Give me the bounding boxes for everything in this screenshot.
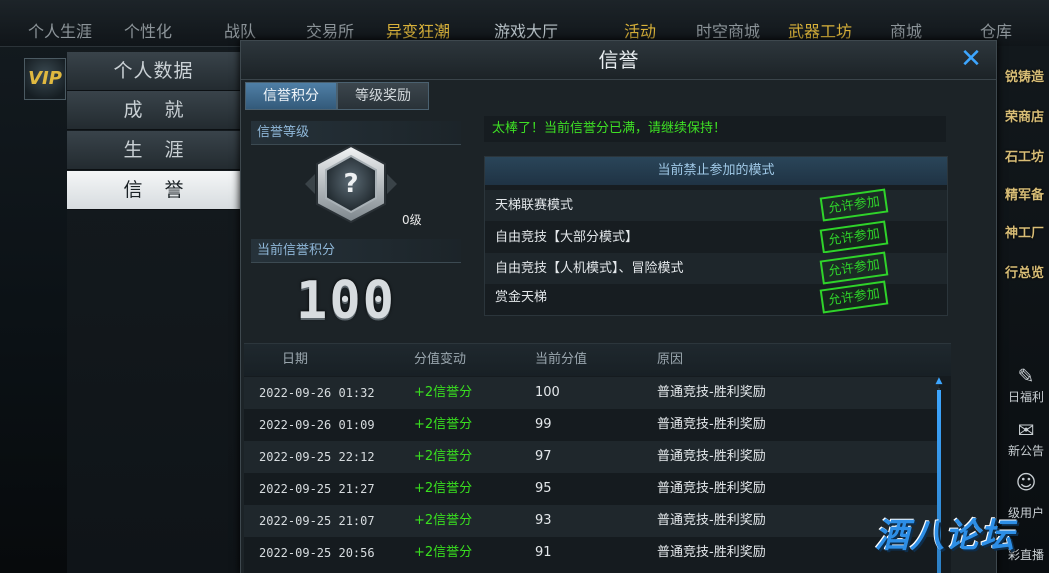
current-score-header: 当前信誉积分: [251, 239, 461, 263]
row-change: +2信誉分: [414, 385, 473, 400]
row-reason: 普通竞技-胜利奖励: [657, 513, 766, 528]
status-message: 太棒了！当前信誉分已满，请继续保持！: [484, 116, 946, 142]
mode-row: 天梯联赛模式 允许参加: [485, 188, 947, 222]
tab-career[interactable]: 个人生涯: [28, 18, 102, 46]
table-row: 2022-09-25 20:56 +2信誉分 91 普通竞技-胜利奖励: [244, 537, 939, 569]
profile-side-menu: 个人数据 成就 生涯 信誉: [67, 50, 240, 573]
column-header-reason: 原因: [657, 352, 684, 367]
credit-history-table: 日期 分值变动 当前分值 原因 2022-09-26 01:32 +2信誉分 1…: [244, 343, 951, 573]
row-date: 2022-09-26 01:32: [259, 386, 375, 400]
menu-item-achievements[interactable]: 成就: [67, 91, 240, 130]
table-row: 2022-09-25 21:27 +2信誉分 95 普通竞技-胜利奖励: [244, 473, 939, 505]
banned-modes-panel: 当前禁止参加的模式 天梯联赛模式 允许参加 自由竞技【大部分模式】 允许参加 自…: [484, 156, 948, 316]
column-header-change: 分值变动: [414, 352, 467, 367]
row-date: 2022-09-25 21:07: [259, 514, 375, 528]
right-side-shortcuts: 锐铸造 荣商店 石工坊 精军备 神工厂 行总览 ✎ 日福利 ✉ 新公告 ☺ 级用…: [994, 46, 1049, 573]
table-row: 2022-09-25 22:12 +2信誉分 97 普通竞技-胜利奖励: [244, 441, 939, 473]
table-row: 2022-09-26 01:09 +2信誉分 99 普通竞技-胜利奖励: [244, 409, 939, 441]
tab-level-rewards[interactable]: 等级奖励: [337, 82, 429, 110]
close-icon[interactable]: ✕: [957, 45, 985, 73]
menu-item-career[interactable]: 生涯: [67, 131, 240, 170]
dialog-titlebar: 信誉 ✕: [241, 41, 996, 80]
shortcut-stone-workshop[interactable]: 石工坊: [994, 146, 1044, 165]
current-credit-score: 100: [296, 271, 396, 331]
row-change: +2信誉分: [414, 417, 473, 432]
allowed-stamp: 允许参加: [819, 251, 889, 285]
row-date: 2022-09-25 20:56: [259, 546, 375, 560]
forum-watermark: 酒八论坛: [875, 516, 1015, 556]
menu-item-reputation[interactable]: 信誉: [67, 171, 240, 210]
row-change: +2信誉分: [414, 449, 473, 464]
row-score: 97: [535, 449, 552, 464]
row-change: +2信誉分: [414, 481, 473, 496]
table-row: 2022-09-26 01:32 +2信誉分 100 普通竞技-胜利奖励: [244, 377, 939, 409]
shortcut-god-factory[interactable]: 神工厂: [994, 222, 1044, 241]
shortcut-overview[interactable]: 行总览: [994, 262, 1044, 281]
credit-level-value: 0级: [402, 213, 422, 227]
table-row: 2022-09-25 21:07 +2信誉分 93 普通竞技-胜利奖励: [244, 505, 939, 537]
announcement-icon[interactable]: ✉: [1014, 418, 1038, 442]
mode-row: 赏金天梯 允许参加: [485, 280, 947, 314]
row-date: 2022-09-25 22:12: [259, 450, 375, 464]
tab-credit-points[interactable]: 信誉积分: [245, 82, 337, 110]
game-screen: 个人生涯 个性化 战队 交易所 异变狂潮 游戏大厅 活动 时空商城 武器工坊 商…: [0, 0, 1049, 573]
shortcut-elite-gear[interactable]: 精军备: [994, 184, 1044, 203]
mode-name: 天梯联赛模式: [495, 198, 574, 213]
shortcut-daily-welfare[interactable]: 日福利: [994, 388, 1044, 405]
row-score: 95: [535, 481, 552, 496]
mode-row: 自由竞技【人机模式】、冒险模式 允许参加: [485, 251, 947, 285]
row-score: 91: [535, 545, 552, 560]
column-header-current-score: 当前分值: [535, 352, 588, 367]
mode-name: 赏金天梯: [495, 290, 548, 305]
row-date: 2022-09-25 21:27: [259, 482, 375, 496]
allowed-stamp: 允许参加: [819, 188, 889, 222]
row-reason: 普通竞技-胜利奖励: [657, 545, 766, 560]
reputation-dialog: 信誉 ✕ 信誉积分 等级奖励 信誉等级 ? 0级 当前信誉积分 100 太棒了！…: [240, 40, 997, 573]
row-change: +2信誉分: [414, 545, 473, 560]
mode-name: 自由竞技【大部分模式】: [495, 230, 639, 245]
mode-name: 自由竞技【人机模式】、冒险模式: [495, 261, 684, 276]
vip-badge-icon[interactable]: VIP: [24, 58, 66, 100]
shortcut-honor-shop[interactable]: 荣商店: [994, 106, 1044, 125]
row-score: 93: [535, 513, 552, 528]
row-date: 2022-09-26 01:09: [259, 418, 375, 432]
column-header-date: 日期: [282, 352, 309, 367]
row-reason: 普通竞技-胜利奖励: [657, 385, 766, 400]
tab-personalize[interactable]: 个性化: [124, 18, 184, 46]
row-score: 100: [535, 385, 560, 400]
dialog-title: 信誉: [598, 48, 639, 72]
user-icon[interactable]: ☺: [1014, 470, 1038, 494]
gift-icon[interactable]: ✎: [1014, 364, 1038, 388]
allowed-stamp: 允许参加: [819, 220, 889, 254]
mode-row: 自由竞技【大部分模式】 允许参加: [485, 220, 947, 254]
shortcut-forge[interactable]: 锐铸造: [994, 66, 1044, 85]
scroll-up-icon[interactable]: ▲: [934, 376, 944, 386]
row-reason: 普通竞技-胜利奖励: [657, 449, 766, 464]
allowed-stamp: 允许参加: [819, 280, 889, 314]
row-reason: 普通竞技-胜利奖励: [657, 417, 766, 432]
row-reason: 普通竞技-胜利奖励: [657, 481, 766, 496]
row-change: +2信誉分: [414, 513, 473, 528]
shortcut-news[interactable]: 新公告: [994, 442, 1044, 459]
table-header: 日期 分值变动 当前分值 原因: [244, 344, 951, 376]
row-score: 99: [535, 417, 552, 432]
unknown-rank-symbol: ?: [343, 169, 359, 199]
banned-modes-header: 当前禁止参加的模式: [485, 157, 947, 185]
menu-item-personal-data[interactable]: 个人数据: [67, 52, 240, 91]
credit-level-header: 信誉等级: [251, 121, 461, 145]
